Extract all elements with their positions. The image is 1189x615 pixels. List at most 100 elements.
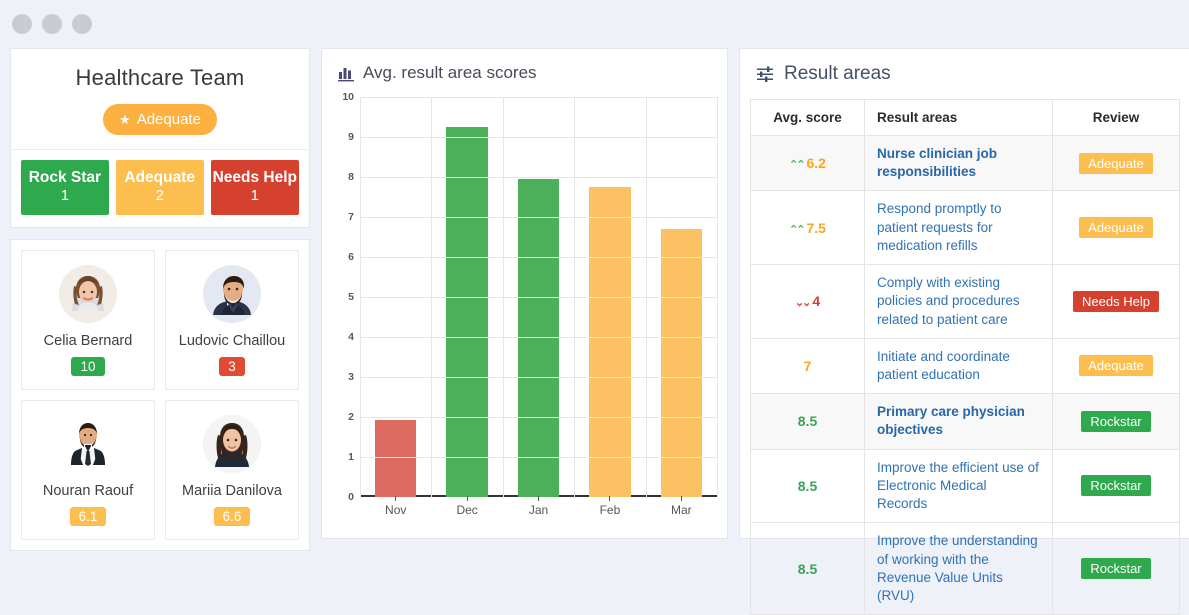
gridline-horizontal	[360, 337, 717, 338]
gridline-horizontal	[360, 177, 717, 178]
window-dot-2[interactable]	[42, 14, 62, 34]
result-area-link[interactable]: Nurse clinician job responsibilities	[877, 146, 997, 179]
team-members-card: Celia Bernard 10 Ludovic Chaillou 3 Nour…	[10, 239, 310, 552]
gridline-vertical	[645, 97, 647, 497]
cell-avg-score: 8.5	[750, 393, 865, 450]
y-axis-tick: 6	[348, 251, 354, 263]
cell-result-area: Primary care physician objectives	[864, 393, 1053, 450]
cell-review: Rockstar	[1052, 393, 1180, 450]
x-axis-tickmark	[395, 496, 397, 501]
review-status-badge[interactable]: Adequate	[1079, 152, 1153, 174]
chart-bar[interactable]	[589, 186, 631, 497]
cell-result-area: Initiate and coordinate patient educatio…	[864, 337, 1053, 395]
team-member-card[interactable]: Ludovic Chaillou 3	[165, 250, 299, 391]
cell-result-area: Respond promptly to patient requests for…	[864, 190, 1053, 266]
y-axis-tick: 1	[348, 451, 354, 463]
chart-card-title: Avg. result area scores	[332, 63, 717, 83]
gridline-horizontal	[360, 257, 717, 258]
review-status-badge[interactable]: Rockstar	[1081, 410, 1151, 432]
y-axis-tick: 0	[348, 491, 354, 503]
gridline-horizontal	[360, 457, 717, 458]
cell-avg-score: ⌄⌄ 4	[750, 264, 865, 339]
dashboard-columns: Healthcare Team ★ Adequate Rock Star 1 A…	[0, 48, 1189, 615]
result-areas-card-title: Result areas	[750, 63, 1180, 85]
chart-x-labels: Nov Dec Jan Feb Mar	[360, 503, 717, 517]
result-areas-card: Result areas Avg. score Result areas Rev…	[739, 48, 1189, 615]
cell-review: Adequate	[1052, 337, 1180, 395]
cell-result-area: Improve the understanding of working wit…	[864, 522, 1053, 615]
chart-card: Avg. result area scores 0 1 2 3 4 5 6 7 8 9 10 Nov…	[321, 48, 728, 539]
cell-result-area: Comply with existing policies and proced…	[864, 264, 1053, 339]
counter-adequate-count: 2	[155, 187, 164, 205]
y-axis-tick: 7	[348, 211, 354, 223]
cell-avg-score: 8.5	[750, 448, 865, 524]
table-row[interactable]: ⌃⌃ 7.5 Respond promptly to patient request…	[750, 190, 1180, 266]
team-member-card[interactable]: Celia Bernard 10	[21, 250, 155, 391]
gridline-horizontal	[360, 417, 717, 418]
table-row[interactable]: 8.5 Primary care physician objectives Rock…	[750, 393, 1180, 450]
x-axis-label: Nov	[385, 503, 407, 517]
gridline-horizontal	[360, 217, 717, 218]
cell-review: Adequate	[1052, 134, 1180, 192]
review-status-badge[interactable]: Adequate	[1079, 217, 1153, 239]
counter-rock-star-count: 1	[60, 187, 70, 205]
result-area-link[interactable]: Primary care physician objectives	[877, 404, 1025, 437]
table-row[interactable]: 7 Initiate and coordinate patient educati…	[750, 337, 1180, 395]
team-member-name: Celia Bernard	[43, 333, 133, 350]
cell-avg-score: 7	[750, 337, 865, 395]
counter-needs-help[interactable]: Needs Help 1	[210, 160, 300, 216]
review-status-badge[interactable]: Needs Help	[1073, 290, 1159, 312]
table-row[interactable]: ⌄⌄ 4 Comply with existing policies and pro…	[750, 264, 1180, 339]
window-dot-1[interactable]	[12, 14, 32, 34]
avg-score-value: 6.2	[806, 155, 826, 172]
avatar-woman-dark-hair	[203, 415, 261, 474]
team-member-score: 6.1	[69, 507, 107, 527]
counter-adequate-label: Adequate	[124, 169, 195, 186]
gridline-horizontal	[360, 137, 717, 138]
team-member-score: 6.6	[213, 507, 251, 527]
chart-column: Avg. result area scores 0 1 2 3 4 5 6 7 8 9 10 Nov…	[321, 48, 728, 539]
cell-review: Rockstar	[1052, 522, 1180, 615]
x-axis-label: Feb	[599, 503, 621, 517]
table-row[interactable]: 8.5 Improve the efficient use of Electron…	[750, 448, 1180, 524]
x-axis-tickmark	[538, 496, 540, 501]
table-row[interactable]: 8.5 Improve the understanding of working …	[750, 522, 1180, 615]
cell-result-area: Nurse clinician job responsibilities	[864, 134, 1053, 192]
avg-score-value: 7.5	[806, 219, 826, 236]
result-area-link[interactable]: Respond promptly to patient requests for…	[877, 201, 1002, 252]
result-area-link[interactable]: Improve the understanding of working wit…	[877, 533, 1038, 603]
chart-axes: 0 1 2 3 4 5 6 7 8 9 10	[342, 91, 718, 503]
result-area-link[interactable]: Comply with existing policies and proced…	[877, 275, 1020, 326]
team-column: Healthcare Team ★ Adequate Rock Star 1 A…	[10, 48, 310, 552]
cell-avg-score: ⌃⌃ 7.5	[750, 190, 865, 266]
avatar-man-beard-suit	[203, 265, 261, 324]
review-status-badge[interactable]: Adequate	[1079, 355, 1153, 377]
window-dot-3[interactable]	[72, 14, 92, 34]
table-row[interactable]: ⌃⌃ 6.2 Nurse clinician job responsibilitie…	[750, 134, 1180, 192]
counter-rock-star[interactable]: Rock Star 1	[21, 160, 109, 216]
result-area-link[interactable]: Initiate and coordinate patient educatio…	[877, 349, 1010, 382]
avatar	[59, 265, 117, 324]
column-header-review[interactable]: Review	[1052, 99, 1180, 136]
team-member-card[interactable]: Mariia Danilova 6.6	[165, 400, 299, 541]
gridline-horizontal	[360, 377, 717, 378]
window-titlebar	[0, 0, 1189, 48]
review-status-badge[interactable]: Rockstar	[1081, 475, 1151, 497]
review-status-badge[interactable]: Rockstar	[1081, 558, 1151, 580]
chevron-down-icon: ⌄⌄	[794, 297, 812, 310]
gridline-vertical	[717, 97, 718, 497]
y-axis-tick: 5	[348, 291, 354, 303]
column-header-result-areas[interactable]: Result areas	[864, 99, 1053, 136]
chart-bar[interactable]	[375, 419, 417, 497]
team-status-pill[interactable]: ★ Adequate	[103, 104, 217, 135]
result-area-link[interactable]: Improve the efficient use of Electronic …	[877, 460, 1039, 511]
avg-score-value: 8.5	[797, 477, 818, 494]
counter-adequate[interactable]: Adequate 2	[115, 160, 204, 216]
chart-bar[interactable]	[446, 127, 488, 497]
team-member-card[interactable]: Nouran Raouf 6.1	[21, 400, 155, 541]
cell-avg-score: 8.5	[750, 522, 865, 615]
column-header-avg-score[interactable]: Avg. score	[750, 99, 865, 136]
gridline-horizontal	[360, 97, 717, 98]
chart-bar[interactable]	[517, 179, 560, 497]
cell-review: Rockstar	[1052, 448, 1180, 524]
